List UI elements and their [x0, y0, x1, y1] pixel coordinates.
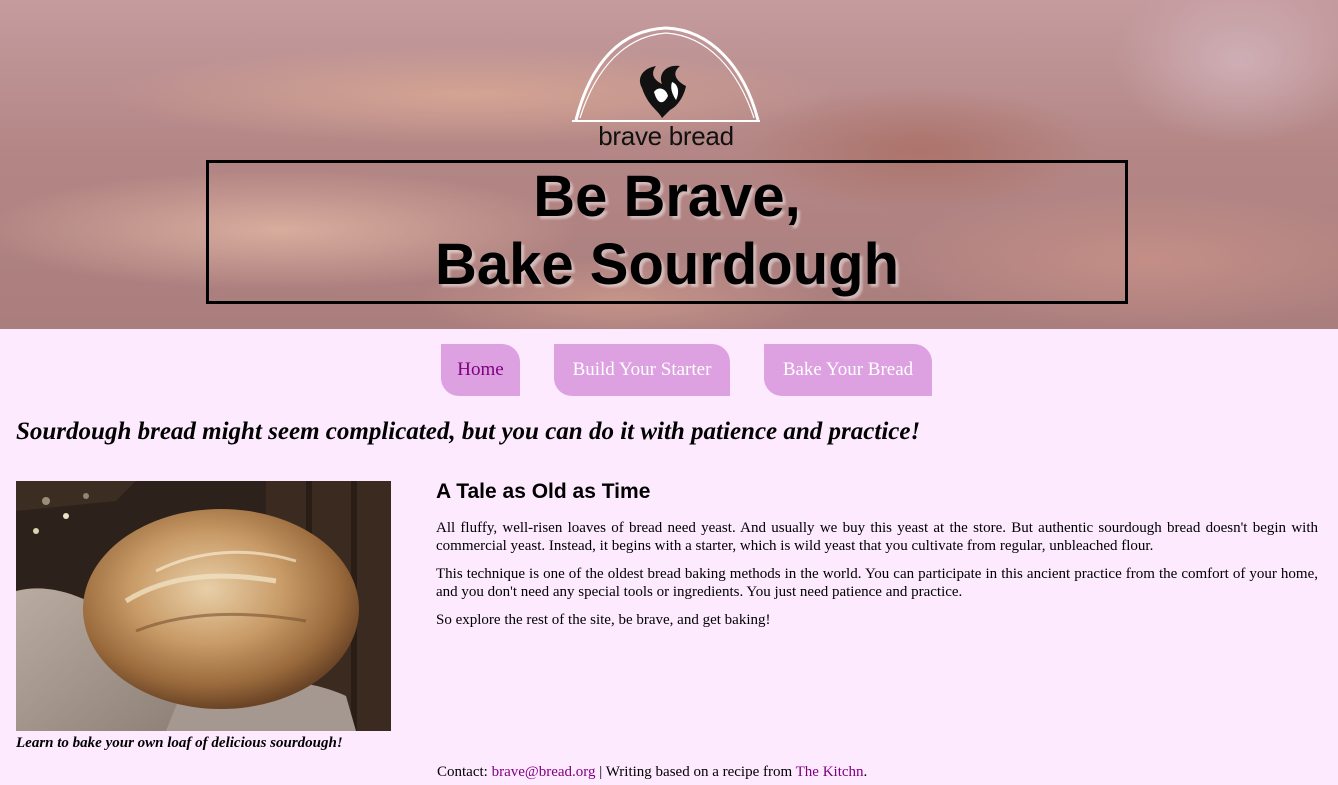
- nav-bake-your-bread[interactable]: Bake Your Bread: [764, 344, 932, 396]
- headline-line-1: Be Brave,: [533, 164, 801, 229]
- email-link[interactable]: brave@bread.org: [492, 764, 596, 780]
- article: A Tale as Old as Time All fluffy, well-r…: [436, 479, 1318, 639]
- sourdough-loaf-image: [16, 481, 391, 731]
- tagline: Sourdough bread might seem complicated, …: [16, 418, 921, 445]
- logo-text: brave bread: [598, 121, 734, 151]
- footer: Contact: brave@bread.org | Writing based…: [437, 763, 867, 781]
- article-paragraph-2: This technique is one of the oldest brea…: [436, 566, 1318, 600]
- sourdough-loaf-photo: [16, 481, 391, 731]
- nav-home[interactable]: Home: [441, 344, 520, 396]
- article-paragraph-3: So explore the rest of the site, be brav…: [436, 612, 771, 628]
- footer-end: .: [863, 764, 868, 780]
- page-title: Be Brave, Bake Sourdough: [206, 163, 1128, 299]
- headline-line-2: Bake Sourdough: [434, 232, 900, 297]
- contact-label: Contact:: [437, 764, 492, 780]
- nav-build-your-starter[interactable]: Build Your Starter: [554, 344, 730, 396]
- article-paragraph-1: All fluffy, well-risen loaves of bread n…: [436, 520, 1318, 554]
- source-link[interactable]: The Kitchn: [796, 764, 864, 780]
- article-heading: A Tale as Old as Time: [436, 480, 651, 503]
- main-nav: Home Build Your Starter Bake Your Bread: [0, 344, 1338, 396]
- figure-caption: Learn to bake your own loaf of delicious…: [16, 735, 343, 751]
- hero-banner: brave bread Be Brave, Bake Sourdough: [0, 0, 1338, 329]
- footer-separator-text: | Writing based on a recipe from: [595, 764, 796, 780]
